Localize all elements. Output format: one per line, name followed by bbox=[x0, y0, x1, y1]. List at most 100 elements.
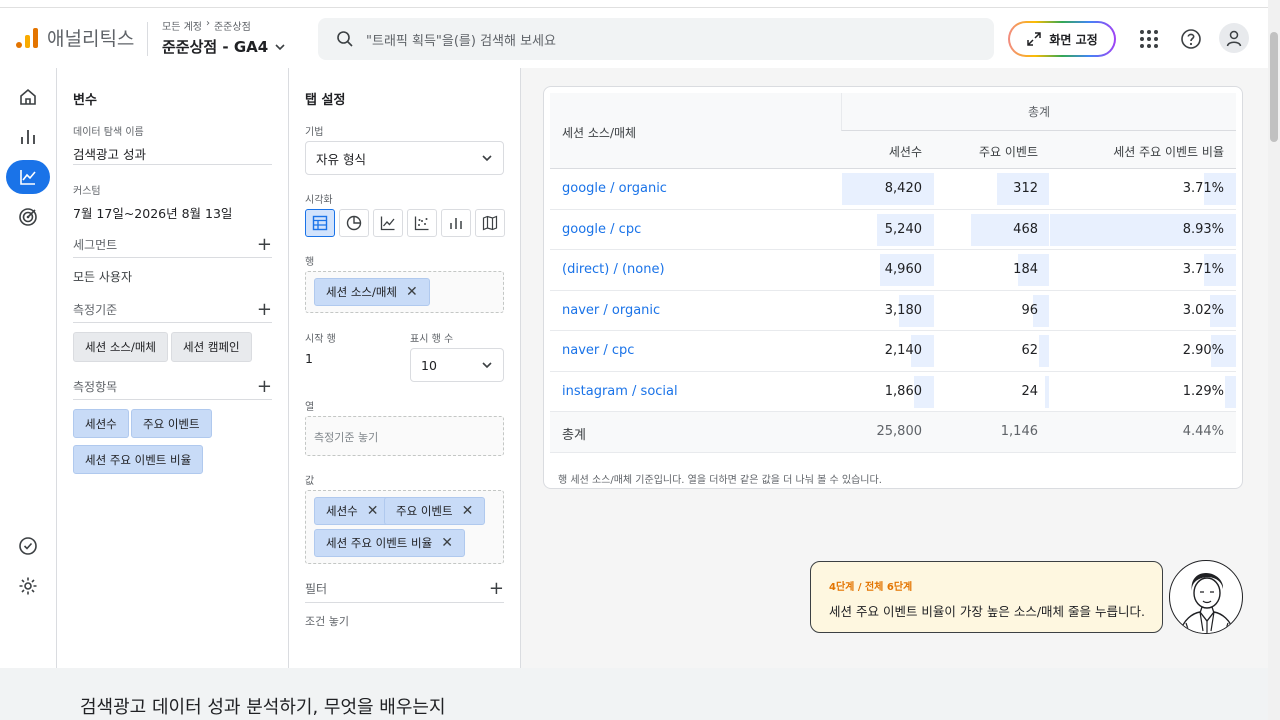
admin-check-icon[interactable] bbox=[6, 529, 50, 563]
variables-panel: 변수 데이터 탐색 이름 검색광고 성과 커스텀 7월 17일~2026년 8월… bbox=[57, 68, 289, 668]
values-dropzone[interactable]: 세션수 ✕ 주요 이벤트 ✕ 세션 주요 이벤트 비율 ✕ bbox=[305, 490, 504, 564]
page-scrollbar[interactable] bbox=[1268, 0, 1280, 720]
divider bbox=[305, 602, 504, 603]
map-viz-icon[interactable] bbox=[475, 209, 505, 237]
line-viz-icon[interactable] bbox=[373, 209, 403, 237]
source-medium-link[interactable]: google / organic bbox=[562, 181, 667, 196]
key-events-cell: 96 bbox=[1021, 302, 1038, 318]
property-name: 준준상점 - GA4 bbox=[162, 38, 269, 56]
breadcrumb-account[interactable]: 준준상점 bbox=[214, 18, 251, 33]
close-icon[interactable]: ✕ bbox=[406, 284, 418, 300]
filter-placeholder[interactable]: 조건 놓기 bbox=[305, 613, 349, 629]
dimension-chip[interactable]: 세션 캠페인 bbox=[171, 332, 252, 362]
close-icon[interactable]: ✕ bbox=[441, 535, 453, 551]
table-row[interactable]: (direct) / (none) 4,960 184 3.71% bbox=[550, 250, 1236, 291]
table-card: 총계 세션 소스/매체 세션수 주요 이벤트 세션 주요 이벤트 비율 goog… bbox=[543, 86, 1243, 489]
dimension-header[interactable]: 세션 소스/매체 bbox=[562, 124, 636, 141]
sessions-cell: 3,180 bbox=[884, 302, 922, 318]
technique-select[interactable]: 자유 형식 bbox=[305, 141, 504, 175]
add-dimension-icon[interactable]: + bbox=[257, 299, 272, 320]
heat-bar bbox=[1225, 375, 1236, 408]
metrics-section: 측정항목 + bbox=[73, 376, 272, 397]
home-icon[interactable] bbox=[6, 80, 50, 114]
add-segment-icon[interactable]: + bbox=[257, 234, 272, 255]
close-icon[interactable]: ✕ bbox=[462, 503, 474, 519]
event-rate-cell: 8.93% bbox=[1182, 221, 1224, 237]
show-rows-select[interactable]: 10 bbox=[410, 348, 504, 382]
divider bbox=[73, 399, 272, 400]
donut-viz-icon[interactable] bbox=[339, 209, 369, 237]
search-placeholder: "트래픽 획득"을(를) 검색해 보세요 bbox=[366, 33, 556, 49]
add-filter-icon[interactable]: + bbox=[489, 578, 504, 599]
table-row[interactable]: google / organic 8,420 312 3.71% bbox=[550, 169, 1236, 210]
metric-chip[interactable]: 주요 이벤트 bbox=[131, 409, 212, 438]
table-row[interactable]: naver / cpc 2,140 62 2.90% bbox=[550, 331, 1236, 372]
search-bar[interactable]: "트래픽 획득"을(를) 검색해 보세요 bbox=[318, 18, 994, 60]
dimension-chip[interactable]: 세션 소스/매체 bbox=[73, 332, 169, 362]
source-medium-link[interactable]: naver / cpc bbox=[562, 343, 634, 358]
rows-label: 행 bbox=[305, 257, 315, 268]
breadcrumb-all-accounts[interactable]: 모든 계정 bbox=[162, 18, 202, 33]
add-metric-icon[interactable]: + bbox=[257, 376, 272, 397]
table-row[interactable]: naver / organic 3,180 96 3.02% bbox=[550, 291, 1236, 331]
exploration-name-field[interactable]: 검색광고 성과 bbox=[73, 144, 146, 163]
source-medium-link[interactable]: (direct) / (none) bbox=[562, 262, 665, 277]
source-medium-link[interactable]: instagram / social bbox=[562, 384, 678, 399]
key-events-cell: 1,146 bbox=[1000, 424, 1038, 439]
metric-chip[interactable]: 세션수 bbox=[73, 409, 129, 438]
row-chip-label: 세션 소스/매체 bbox=[326, 285, 398, 299]
sessions-cell: 5,240 bbox=[884, 221, 922, 237]
group-header: 총계 bbox=[841, 93, 1236, 131]
value-chip[interactable]: 세션 주요 이벤트 비율 ✕ bbox=[314, 529, 465, 557]
close-icon[interactable]: ✕ bbox=[367, 503, 379, 519]
account-icon[interactable] bbox=[1219, 23, 1249, 53]
scrollbar-thumb[interactable] bbox=[1270, 32, 1278, 142]
window-top-strip bbox=[0, 0, 1268, 8]
value-chip[interactable]: 주요 이벤트 ✕ bbox=[384, 497, 486, 525]
segments-section: 세그먼트 + bbox=[73, 234, 272, 255]
fix-screen-button[interactable]: 화면 고정 bbox=[1008, 21, 1116, 57]
help-icon[interactable] bbox=[1177, 25, 1205, 53]
apps-icon[interactable] bbox=[1135, 25, 1163, 53]
rows-dropzone[interactable]: 세션 소스/매체 ✕ bbox=[305, 271, 504, 313]
breadcrumb[interactable]: 모든 계정 › 준준상점 bbox=[162, 18, 251, 33]
tutor-avatar bbox=[1169, 560, 1243, 634]
value-chip[interactable]: 세션수 ✕ bbox=[314, 497, 391, 525]
divider bbox=[73, 164, 272, 165]
key-events-cell: 184 bbox=[1013, 262, 1038, 277]
property-selector[interactable]: 준준상점 - GA4 bbox=[162, 36, 286, 57]
fix-screen-label: 화면 고정 bbox=[1049, 32, 1098, 47]
metric-header-sessions[interactable]: 세션수 bbox=[889, 143, 922, 160]
source-medium-link[interactable]: google / cpc bbox=[562, 222, 641, 237]
segment-item[interactable]: 모든 사용자 bbox=[73, 268, 132, 285]
bar-viz-icon[interactable] bbox=[441, 209, 471, 237]
row-chip[interactable]: 세션 소스/매체 ✕ bbox=[314, 278, 430, 306]
metric-chip[interactable]: 세션 주요 이벤트 비율 bbox=[73, 445, 204, 474]
heat-bar bbox=[1045, 375, 1049, 408]
table-row[interactable]: google / cpc 5,240 468 8.93% bbox=[550, 210, 1236, 250]
value-chip-label: 주요 이벤트 bbox=[396, 504, 453, 518]
metric-header-rate[interactable]: 세션 주요 이벤트 비율 bbox=[1113, 143, 1224, 160]
source-medium-link[interactable]: naver / organic bbox=[562, 303, 660, 318]
table-row[interactable]: instagram / social 1,860 24 1.29% bbox=[550, 372, 1236, 412]
table-viz-icon[interactable] bbox=[305, 209, 335, 237]
settings-icon[interactable] bbox=[6, 569, 50, 603]
start-row-value[interactable]: 1 bbox=[305, 351, 313, 366]
tutorial-tooltip: 4단계 / 전체 6단계 세션 주요 이벤트 비율이 가장 높은 소스/매체 줄… bbox=[810, 561, 1163, 633]
event-rate-cell: 3.71% bbox=[1182, 181, 1224, 196]
filter-section: 필터 + bbox=[305, 578, 504, 599]
event-rate-cell: 3.71% bbox=[1182, 262, 1224, 277]
date-range-picker[interactable]: 7월 17일~2026년 8월 13일 bbox=[73, 203, 232, 222]
explore-icon[interactable] bbox=[6, 160, 50, 194]
sessions-cell: 8,420 bbox=[884, 181, 922, 196]
visualization-options bbox=[305, 209, 505, 237]
metric-header-events[interactable]: 주요 이벤트 bbox=[979, 143, 1038, 160]
reports-icon[interactable] bbox=[6, 120, 50, 154]
scatter-viz-icon[interactable] bbox=[407, 209, 437, 237]
brand-name[interactable]: 애널리틱스 bbox=[47, 24, 134, 51]
filter-label: 필터 bbox=[305, 582, 328, 596]
columns-dropzone[interactable]: 측정기준 놓기 bbox=[305, 416, 504, 456]
tab-settings-panel: 탭 설정 기법 자유 형식 시각화 행 세션 소스/매체 ✕ 시작 행 1 표시… bbox=[289, 68, 521, 668]
analytics-logo[interactable] bbox=[16, 28, 38, 48]
advertising-icon[interactable] bbox=[6, 200, 50, 234]
